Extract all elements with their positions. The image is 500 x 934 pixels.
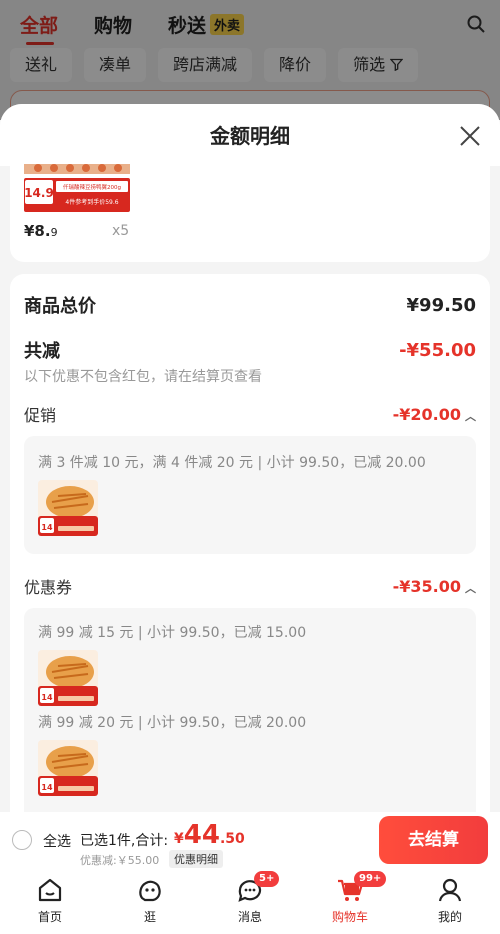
select-all-radio[interactable] — [12, 830, 32, 850]
tab-cart[interactable]: 99+ 购物车 — [300, 870, 400, 934]
tab-profile-label: 我的 — [437, 910, 462, 924]
checkout-bar: 全选 已选1件,合计: ¥44.50 优惠减:￥55.00 优惠明细 去结算 — [0, 812, 500, 870]
cart-badge: 99+ — [354, 871, 387, 887]
coupon-product-thumb-2: 14 — [38, 740, 98, 796]
thumb-line1: 仟瑞酸辣豆捞鸭翼200g — [63, 183, 121, 191]
promo-label: 促销 — [24, 406, 57, 425]
close-icon[interactable] — [458, 124, 482, 148]
discount-detail-link[interactable]: 优惠明细 — [169, 850, 223, 868]
tab-home[interactable]: 首页 — [0, 870, 100, 934]
sheet-header: 金额明细 — [0, 104, 500, 166]
total-amount: ¥44.50 — [174, 820, 245, 850]
tab-explore-label: 逛 — [143, 910, 156, 924]
promo-product-thumb: 14 — [38, 480, 98, 536]
promo-line: 满 3 件减 10 元，满 4 件减 20 元 | 小计 99.50，已减 20… — [38, 455, 426, 471]
thumb-line2: 4件参考到手价59.6 — [65, 198, 118, 206]
promo-thumb-price: 14 — [41, 523, 53, 532]
coupon-thumb-price-2: 14 — [41, 783, 53, 792]
tab-messages-label: 消息 — [237, 910, 262, 924]
coupon-amount: -¥35.00 — [392, 576, 461, 596]
discount-value: -¥55.00 — [399, 339, 476, 361]
promo-box: 满 3 件减 10 元，满 4 件减 20 元 | 小计 99.50，已减 20… — [24, 436, 476, 554]
goods-total-row: 商品总价 ¥99.50 — [24, 292, 476, 318]
discount-note: 以下优惠不包含红包，请在结算页查看 — [24, 369, 262, 385]
product-qty: x5 — [112, 223, 130, 239]
price-dec: 9 — [50, 226, 58, 239]
total-dec: .50 — [219, 831, 245, 847]
coupon-line-2: 满 99 减 20 元 | 小计 99.50，已减 20.00 — [38, 715, 307, 731]
tab-explore[interactable]: 逛 — [100, 870, 200, 934]
select-all-label[interactable]: 全选 — [43, 831, 71, 851]
dim-overlay[interactable] — [0, 0, 500, 120]
discount-row: 共减 -¥55.00 — [24, 337, 476, 363]
coupon-thumb-price-1: 14 — [41, 693, 53, 702]
coupon-box: 满 99 减 15 元 | 小计 99.50，已减 15.00 14 满 99 … — [24, 608, 476, 812]
tab-home-label: 首页 — [37, 910, 62, 924]
profile-icon — [438, 878, 462, 902]
promo-row[interactable]: 促销 -¥20.00 ︿ — [24, 402, 476, 426]
chevron-up-icon: ︿ — [465, 409, 476, 423]
amount-detail-card: 商品总价 ¥99.50 共减 -¥55.00 以下优惠不包含红包，请在结算页查看… — [10, 274, 490, 812]
explore-icon — [139, 880, 161, 902]
bottom-tabbar: 首页 逛 5+ 消息 99+ 购物车 我的 — [0, 870, 500, 934]
tab-messages[interactable]: 5+ 消息 — [200, 870, 300, 934]
total-int: 44 — [183, 820, 220, 850]
product-card: 14.9 仟瑞酸辣豆捞鸭翼200g 4件参考到手价59.6 ¥8.9 x5 — [10, 164, 490, 262]
product-price: ¥8.9 — [24, 222, 58, 240]
goods-total-value: ¥99.50 — [406, 294, 476, 316]
price-int: ¥8. — [24, 222, 51, 240]
coupon-row[interactable]: 优惠券 -¥35.00 ︿ — [24, 574, 476, 598]
total-symbol: ¥ — [174, 831, 184, 847]
tab-profile[interactable]: 我的 — [400, 870, 500, 934]
goods-total-label: 商品总价 — [24, 296, 96, 317]
product-thumbnail[interactable]: 14.9 仟瑞酸辣豆捞鸭翼200g 4件参考到手价59.6 — [24, 164, 130, 212]
promo-value: -¥20.00 ︿ — [393, 405, 476, 424]
coupon-value: -¥35.00 ︿ — [393, 577, 476, 596]
coupon-product-thumb-1: 14 — [38, 650, 98, 706]
home-icon — [38, 878, 62, 902]
coupon-label: 优惠券 — [24, 578, 73, 597]
selected-count: 已选1件,合计: — [80, 833, 169, 849]
saved-amount: 优惠减:￥55.00 — [80, 854, 160, 867]
sheet-title: 金额明细 — [210, 124, 290, 148]
discount-label: 共减 — [24, 341, 60, 362]
messages-badge: 5+ — [254, 871, 280, 887]
thumb-price: 14.9 — [24, 186, 54, 200]
chevron-up-icon: ︿ — [465, 581, 476, 595]
coupon-line-1: 满 99 减 15 元 | 小计 99.50，已减 15.00 — [38, 625, 307, 641]
checkout-button[interactable]: 去结算 — [379, 816, 488, 864]
tab-cart-label: 购物车 — [331, 910, 368, 924]
promo-amount: -¥20.00 — [392, 404, 461, 424]
amount-detail-sheet: 金额明细 14.9 仟瑞酸辣豆捞鸭翼200g 4件参考到手价59.6 ¥8.9 … — [0, 104, 500, 812]
